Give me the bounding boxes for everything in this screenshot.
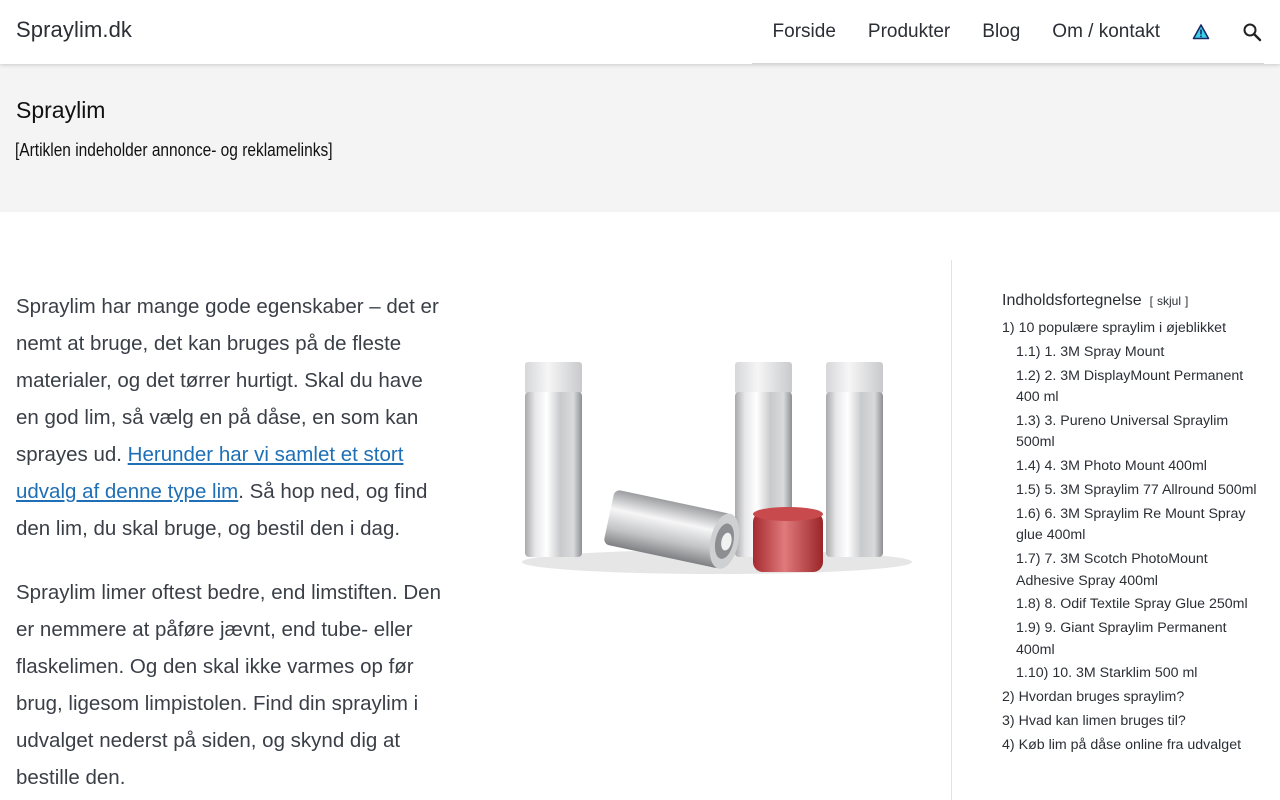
spray-cans-image [512,332,922,612]
toc-hide-label: skjul [1157,294,1182,308]
toc-item[interactable]: 1.6) 6. 3M Spraylim Re Mount Spray glue 4… [1002,504,1264,547]
toc-item-label: 7. 3M Scotch PhotoMount Adhesive Spray 4… [1016,551,1208,589]
toc-item-label: 3. Pureno Universal Spraylim 500ml [1016,412,1229,451]
toc-item-number: 1.10) [1016,665,1049,682]
second-paragraph: Spraylim limer oftest bedre, end limstif… [16,581,441,789]
main-content: Spraylim har mange gode egenskaber – det… [0,212,952,800]
warning-triangle-icon[interactable] [1192,23,1210,41]
page-title: Spraylim [16,97,106,123]
toc-item[interactable]: 4) Køb lim på dåse online fra udvalget [1002,735,1264,757]
toc-item[interactable]: 1.9) 9. Giant Spraylim Permanent 400ml [1002,618,1264,661]
nav-item-produkter[interactable]: Produkter [868,21,950,43]
intro-paragraph: Spraylim har mange gode egenskaber – det… [16,288,448,547]
toc-hide-toggle[interactable]: [ skjul] [1150,294,1189,308]
toc-item-number: 3) [1002,713,1015,730]
toc-item-number: 1) [1002,320,1015,336]
toc-item[interactable]: 1.4) 4. 3M Photo Mount 400ml [1002,456,1264,478]
search-icon[interactable] [1242,22,1262,42]
toc-item-label: Hvordan bruges spraylim? [1018,689,1185,706]
toc-item[interactable]: 1.1) 1. 3M Spray Mount [1002,342,1264,364]
toc-item-number: 1.8) [1016,596,1041,613]
page-hero: Spraylim [Artiklen indeholder annonce- o… [0,64,1280,212]
toc-item[interactable]: 1) 10 populære spraylim i øjeblikket [1002,318,1264,340]
toc-item-number: 1.6) [1016,505,1041,522]
toc-item-number: 1.5) [1016,481,1041,498]
toc-item-number: 1.9) [1016,620,1041,637]
toc-title: Indholdsfortegnelse [1002,292,1142,309]
toc-item-label: 4. 3M Photo Mount 400ml [1044,458,1207,475]
toc-item[interactable]: 3) Hvad kan limen bruges til? [1002,711,1264,733]
toc-item-number: 1.2) [1016,367,1041,384]
site-logo[interactable]: Spraylim.dk [16,17,132,43]
toc-item-label: 8. Odif Textile Spray Glue 250ml [1044,596,1248,613]
toc-item-number: 1.4) [1016,458,1041,475]
toc-header: Indholdsfortegnelse [ skjul] [1002,292,1264,310]
toc-item-number: 1.3) [1016,412,1041,429]
table-of-contents: Indholdsfortegnelse [ skjul] 1) 10 populær… [1002,292,1264,759]
toc-item[interactable]: 1.7) 7. 3M Scotch PhotoMount Adhesive Spr… [1002,549,1264,592]
toc-item-label: 1. 3M Spray Mount [1044,343,1165,360]
toc-item[interactable]: 1.10) 10. 3M Starklim 500 ml [1002,663,1264,685]
toc-item[interactable]: 2) Hvordan bruges spraylim? [1002,687,1264,709]
toc-item-label: 2. 3M DisplayMount Permanent 400 ml [1016,367,1244,406]
nav-item-blog[interactable]: Blog [982,21,1020,43]
toc-item-number: 1.7) [1016,551,1041,568]
toc-item-label: 6. 3M Spraylim Re Mount Spray glue 400ml [1016,505,1246,544]
sidebar-divider [951,260,952,800]
toc-item[interactable]: 1.3) 3. Pureno Universal Spraylim 500ml [1002,411,1264,454]
toc-item-number: 2) [1002,689,1015,706]
toc-item[interactable]: 1.8) 8. Odif Textile Spray Glue 250ml [1002,594,1264,616]
toc-item-number: 1.1) [1016,343,1041,360]
toc-item-label: 9. Giant Spraylim Permanent 400ml [1016,620,1227,658]
toc-list: 1) 10 populære spraylim i øjeblikket 1.1) 1… [1002,318,1264,756]
toc-item-label: 10. 3M Starklim 500 ml [1052,665,1198,682]
toc-item-label: 10 populære spraylim i øjeblikket [1018,320,1227,336]
toc-item-label: 5. 3M Spraylim 77 Allround 500ml [1044,481,1257,498]
nav-item-forside[interactable]: Forside [773,21,836,43]
toc-item-label: Hvad kan limen bruges til? [1018,713,1186,730]
ad-disclaimer: [Artiklen indeholder annonce- og reklame… [15,140,333,160]
toc-toggle-open-bracket: [ [1149,294,1153,308]
site-header: Spraylim.dk Forside Produkter Blog Om / … [0,0,1280,64]
toc-toggle-close-bracket: ] [1185,294,1189,308]
intro-text-before-link: Spraylim har mange gode egenskaber – det… [16,295,439,466]
toc-item[interactable]: 1.5) 5. 3M Spraylim 77 Allround 500ml [1002,480,1264,502]
nav-underline [752,63,1264,64]
main-nav: Forside Produkter Blog Om / kontakt [773,0,1264,64]
nav-item-om-kontakt[interactable]: Om / kontakt [1052,21,1160,43]
toc-item[interactable]: 1.2) 2. 3M DisplayMount Permanent 400 ml [1002,366,1264,409]
toc-item-label: Køb lim på dåse online fra udvalget [1018,736,1242,753]
toc-item-number: 4) [1002,736,1015,753]
